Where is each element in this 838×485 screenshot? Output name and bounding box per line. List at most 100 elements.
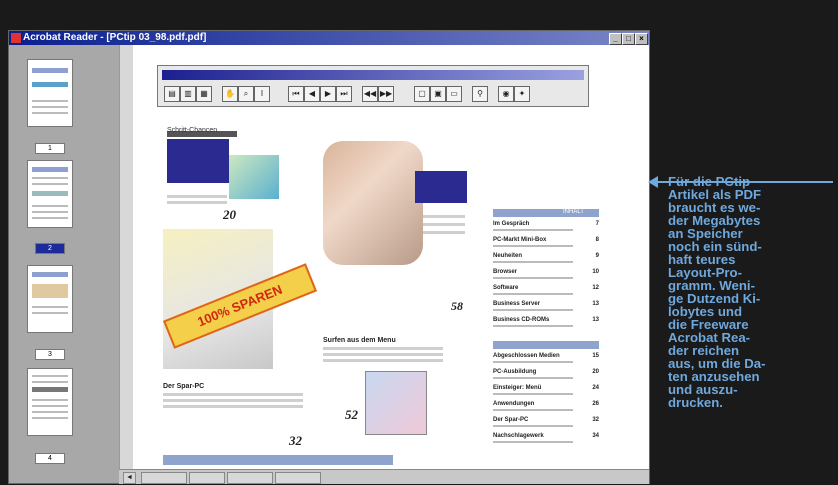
status-field	[275, 472, 321, 484]
toc-row: Nachschlagewerk 34	[493, 433, 601, 447]
find-icon: ⚲	[472, 86, 488, 102]
toc-row-page: 7	[595, 221, 599, 227]
highlighted-text-block-2	[415, 171, 467, 203]
go-forward-icon: ▶▶	[378, 86, 394, 102]
toc-row: Anwendungen 26	[493, 401, 601, 415]
window-title: Acrobat Reader - [PCtip 03_98.pdf.pdf]	[23, 32, 207, 43]
toc-row-page: 10	[592, 269, 599, 275]
toc2-header-bar	[493, 341, 599, 349]
app-icon	[11, 33, 21, 43]
toc-row: Im Gespräch 7	[493, 221, 601, 235]
toc-row-page: 26	[592, 401, 599, 407]
title-bar: Acrobat Reader - [PCtip 03_98.pdf.pdf] _…	[9, 31, 649, 45]
article-photo-hands	[323, 141, 423, 265]
acrobat-reader-window: Acrobat Reader - [PCtip 03_98.pdf.pdf] _…	[8, 30, 650, 484]
toc-row-desc	[493, 425, 573, 427]
toc-row-title: PC-Ausbildung	[493, 369, 537, 375]
minimize-button[interactable]: _	[609, 33, 622, 45]
toc-row-title: Nachschlagewerk	[493, 433, 544, 439]
toc-row-desc	[493, 409, 573, 411]
toc-row-title: Business Server	[493, 301, 541, 307]
last-page-icon: ⏭	[336, 86, 352, 102]
toc-row-desc	[493, 245, 573, 247]
toc-row-page: 13	[592, 317, 599, 323]
text-line	[423, 215, 465, 218]
article-heading-text: Schritt-Chancen	[167, 127, 218, 134]
thumbnail-label-1: 1	[35, 143, 65, 154]
zoom-tool-icon: ⌕	[238, 86, 254, 102]
thumbnail-label-3: 3	[35, 349, 65, 360]
toc-row: PC-Ausbildung 20	[493, 369, 601, 383]
thumbnails-scrollbar[interactable]	[119, 45, 134, 469]
highlighted-text-block	[167, 139, 229, 183]
thumbnail-page-1[interactable]	[27, 59, 73, 127]
toc-row-desc	[493, 277, 573, 279]
text-line	[163, 399, 303, 402]
page-field[interactable]	[141, 472, 187, 484]
toc-row-title: PC-Markt Mini-Box	[493, 237, 547, 243]
toc-row-page: 15	[592, 353, 599, 359]
hand-tool-icon: ✋	[222, 86, 238, 102]
actual-size-icon: ▢	[414, 86, 430, 102]
toc-row-title: Business CD-ROMs	[493, 317, 550, 323]
thumbnails-icon: ▦	[196, 86, 212, 102]
pdf-page-view: ▤ ▥ ▦ ✋ ⌕ I ⏮ ◀ ▶ ⏭ ◀◀ ▶▶ ▢ ▣ ▭ ⚲ ◉ ✦ Sc…	[133, 45, 649, 469]
toc-row-desc	[493, 361, 573, 363]
page-number-58: 58	[451, 299, 463, 313]
web-link-icon: ◉	[498, 86, 514, 102]
text-line	[323, 347, 443, 350]
toc-row-title: Browser	[493, 269, 518, 275]
thumbnail-page-2[interactable]	[27, 160, 73, 228]
page-only-icon: ▤	[164, 86, 180, 102]
toc-header-text: INHALT	[563, 209, 584, 215]
thumbnail-page-4[interactable]	[27, 368, 73, 436]
toc-row-desc	[493, 229, 573, 231]
text-line	[163, 405, 303, 408]
toc-row-desc	[493, 293, 573, 295]
toc-row-page: 9	[595, 253, 599, 259]
toc-row-page: 20	[592, 369, 599, 375]
toc-row: Browser 10	[493, 269, 601, 283]
text-line	[423, 223, 465, 226]
table-of-contents-2: Abgeschlossen Medien 15 PC-Ausbildung 20 Ein…	[493, 341, 603, 469]
text-select-icon: I	[254, 86, 270, 102]
page-number-32: 32	[289, 433, 302, 448]
close-button[interactable]: ×	[635, 33, 648, 45]
page-nav-box[interactable]: ◄	[123, 472, 136, 484]
toc-row: Software 12	[493, 285, 601, 299]
toc-row-desc	[493, 393, 573, 395]
toc-row-desc	[493, 377, 573, 379]
toc-row: Einsteiger: Menü 24	[493, 385, 601, 399]
text-line	[323, 353, 443, 356]
first-page-icon: ⏮	[288, 86, 304, 102]
toc-row-desc	[493, 325, 573, 327]
prev-page-icon: ◀	[304, 86, 320, 102]
toc-row-title: Anwendungen	[493, 401, 535, 407]
caption-arrow-icon	[648, 176, 658, 188]
toc-row: Der Spar-PC 32	[493, 417, 601, 431]
toc-row-title: Der Spar-PC	[493, 417, 529, 423]
figure-caption: Für die PCtip Artikel als PDF braucht es w…	[668, 175, 818, 409]
text-line	[167, 195, 227, 198]
page-size-field	[227, 472, 273, 484]
caption-line: drucken.	[668, 395, 723, 410]
zoom-field[interactable]	[189, 472, 225, 484]
toc-row-title: Neuheiten	[493, 253, 523, 259]
acrobat-icon: ✦	[514, 86, 530, 102]
toc-row-page: 32	[592, 417, 599, 423]
thumbnail-page-3[interactable]	[27, 265, 73, 333]
bottom-banner	[163, 455, 393, 465]
maximize-button[interactable]: □	[622, 33, 635, 45]
subhead-surfen: Surfen aus dem Menu	[323, 337, 396, 344]
toc-row: PC-Markt Mini-Box 8	[493, 237, 601, 251]
toc-row-title: Abgeschlossen Medien	[493, 353, 560, 359]
table-of-contents: INHALT Im Gespräch 7 PC-Markt Mini-Box 8 Neu…	[493, 209, 603, 333]
page-number-52: 52	[345, 407, 358, 422]
toc-row-desc	[493, 261, 573, 263]
article-image-1	[229, 155, 279, 199]
text-line	[167, 201, 227, 204]
bookmarks-icon: ▥	[180, 86, 196, 102]
toc-row-desc	[493, 309, 573, 311]
thumbnail-label-4: 4	[35, 453, 65, 464]
cartoon-image	[365, 371, 427, 435]
